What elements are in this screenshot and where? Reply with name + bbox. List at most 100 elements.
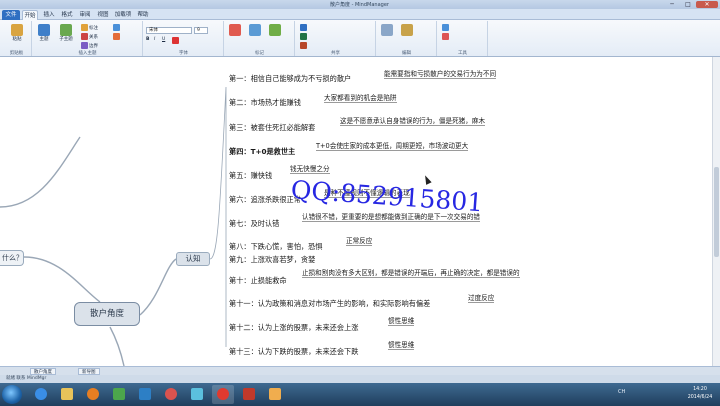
topic-12-note[interactable]: 惯性思维 (388, 315, 415, 326)
taskbar-app-8[interactable] (212, 385, 234, 404)
tray-language[interactable]: CH (618, 389, 625, 395)
topic-4[interactable]: 第四：T+0是救世主 (229, 147, 295, 157)
group-editing-label: 编辑 (402, 51, 411, 56)
callout-icon (81, 24, 88, 31)
tab-file[interactable]: 文件 (2, 10, 20, 20)
scrollbar-thumb[interactable] (714, 167, 719, 257)
tools-button-2[interactable] (442, 33, 450, 40)
topic-7[interactable]: 第七：及时认错 (229, 219, 279, 229)
share-button-2[interactable] (300, 33, 308, 40)
clock[interactable]: 14:20 2014/6/24 (684, 386, 716, 402)
tab-format[interactable]: 格式 (59, 10, 75, 20)
font-name-select[interactable]: 宋体 (146, 27, 192, 34)
vertical-scrollbar[interactable] (712, 57, 720, 366)
tools-button-1[interactable] (442, 24, 450, 31)
attachment-icon (113, 33, 120, 40)
marker-button-2[interactable] (249, 24, 261, 36)
taskbar-app-5[interactable] (134, 385, 156, 404)
relationship-icon (81, 33, 88, 40)
topic-11-note[interactable]: 过度反应 (468, 292, 495, 303)
taskbar-ie[interactable] (30, 385, 52, 404)
topic-12[interactable]: 第十二：认为上涨的股票，未来还会上涨 (229, 323, 358, 333)
image-icon (113, 24, 120, 31)
insert-extra-1[interactable] (113, 24, 121, 31)
topic-3[interactable]: 第三：被套住死扛必能解套 (229, 123, 315, 133)
taskbar-media[interactable] (82, 385, 104, 404)
paste-button[interactable]: 粘贴 (9, 24, 25, 42)
topic-11[interactable]: 第十一：认为政策和消息对市场产生的影响，和实际影响有偏差 (229, 299, 430, 309)
edit-button-2[interactable] (401, 24, 413, 36)
insert-extra-2[interactable] (113, 33, 121, 40)
italic-button[interactable]: I (154, 37, 155, 42)
group-sharing-label: 共享 (331, 51, 340, 56)
boundary-button[interactable]: 边界 (81, 42, 98, 49)
taskbar-app-6[interactable] (160, 385, 182, 404)
topic-3-note[interactable]: 这是不愿意承认自身错误的行为，僵是死猪，麻木 (340, 115, 486, 126)
start-button[interactable] (2, 385, 22, 404)
taskbar-app-10[interactable] (264, 385, 286, 404)
map-canvas[interactable]: 第一：相信自己能够成为不亏损的散户 能需要指和亏损散户的交易行为为不同 第二：市… (0, 57, 712, 366)
share-button-1[interactable] (300, 24, 308, 31)
topic-13-note[interactable]: 惯性思维 (388, 339, 415, 350)
topic-1[interactable]: 第一：相信自己能够成为不亏损的散户 (229, 74, 351, 84)
ribbon: 粘贴 剪贴板 主题 子主题 标注 关系 边界 插入主题 宋体 9 B I U 字… (0, 20, 720, 57)
font-color-button[interactable] (172, 37, 180, 44)
central-topic[interactable]: 散户角度 (74, 302, 140, 326)
subtopic-button[interactable]: 子主题 (55, 24, 77, 42)
topic-10-note[interactable]: 止损和割肉没有多大区别，都是错误的开端后，再止确的决定，都是错误的 (302, 267, 520, 278)
bold-button[interactable]: B (146, 37, 149, 42)
group-insert-topic: 主题 子主题 标注 关系 边界 插入主题 (33, 21, 143, 56)
tab-addins[interactable]: 加载项 (113, 10, 133, 20)
topic-4-note[interactable]: T+0会使庄家的成本更低，周期更短，市场波动更大 (316, 140, 469, 151)
underline-button[interactable]: U (162, 37, 165, 42)
sheet-tab-1[interactable]: 散户角度 (30, 368, 56, 375)
left-topic-node[interactable]: 什么？ (0, 250, 24, 266)
taskbar-app-7[interactable] (186, 385, 208, 404)
relationship-button[interactable]: 关系 (81, 33, 98, 40)
taskbar-app-4[interactable] (108, 385, 130, 404)
marker-button-3[interactable] (269, 24, 281, 36)
topic-8-note[interactable]: 正常反应 (346, 235, 373, 246)
taskbar-explorer[interactable] (56, 385, 78, 404)
clock-time: 14:20 (693, 387, 707, 392)
topic-5-note[interactable]: 钱无快慢之分 (290, 163, 330, 174)
share-button-3[interactable] (300, 42, 308, 49)
tab-view[interactable]: 视图 (95, 10, 111, 20)
maximize-button[interactable]: □ (680, 1, 696, 8)
minimize-button[interactable]: ─ (664, 1, 680, 8)
ribbon-tabs: 文件 开始 插入 格式 审阅 视图 加载项 帮助 (0, 9, 720, 20)
edit-button-1[interactable] (381, 24, 393, 36)
topic-10[interactable]: 第十：止损能救命 (229, 276, 287, 286)
app-icon (269, 388, 281, 400)
sheet-tab-2[interactable]: 新导图 (78, 368, 100, 375)
topic-2[interactable]: 第二：市场热才能赚钱 (229, 98, 301, 108)
group-insert-label: 插入主题 (78, 51, 97, 56)
share-icon (300, 24, 307, 31)
group-tools: 工具 (438, 21, 488, 56)
tab-review[interactable]: 审阅 (77, 10, 93, 20)
title-bar: 散户角度 - MindManager ─ □ ✕ (0, 0, 720, 16)
topic-button[interactable]: 主题 (36, 24, 52, 42)
quick-access-toolbar[interactable] (2, 1, 38, 16)
sheet-tab-bar: 散户角度 新导图 (0, 366, 720, 375)
callout-button[interactable]: 标注 (81, 24, 98, 31)
topic-1-note[interactable]: 能需要指和亏损散户的交易行为为不同 (384, 68, 497, 79)
group-clipboard: 粘贴 剪贴板 (2, 21, 32, 56)
topic-8[interactable]: 第八：下跌心慌，害怕，恐惧 (229, 242, 322, 252)
tab-insert[interactable]: 插入 (41, 10, 57, 20)
tab-help[interactable]: 帮助 (135, 10, 151, 20)
group-markers-label: 标记 (255, 51, 264, 56)
app-icon (217, 388, 229, 400)
topic-9[interactable]: 第九：上涨欢喜若梦，贪婪 (229, 255, 315, 265)
taskbar-app-9[interactable] (238, 385, 260, 404)
font-size-select[interactable]: 9 (194, 27, 208, 34)
topic-2-note[interactable]: 大家都看到的机会是陷阱 (324, 92, 397, 103)
topic-13[interactable]: 第十三：认为下跌的股票，未来还会下跌 (229, 347, 358, 357)
window-title: 散户角度 - MindManager (330, 2, 389, 8)
app-icon (139, 388, 151, 400)
branch-node-cognition[interactable]: 认知 (176, 252, 210, 266)
topic-5[interactable]: 第五：赚快钱 (229, 171, 272, 181)
marker-button-1[interactable] (229, 24, 241, 36)
tab-home[interactable]: 开始 (22, 10, 38, 20)
close-button[interactable]: ✕ (696, 1, 718, 8)
